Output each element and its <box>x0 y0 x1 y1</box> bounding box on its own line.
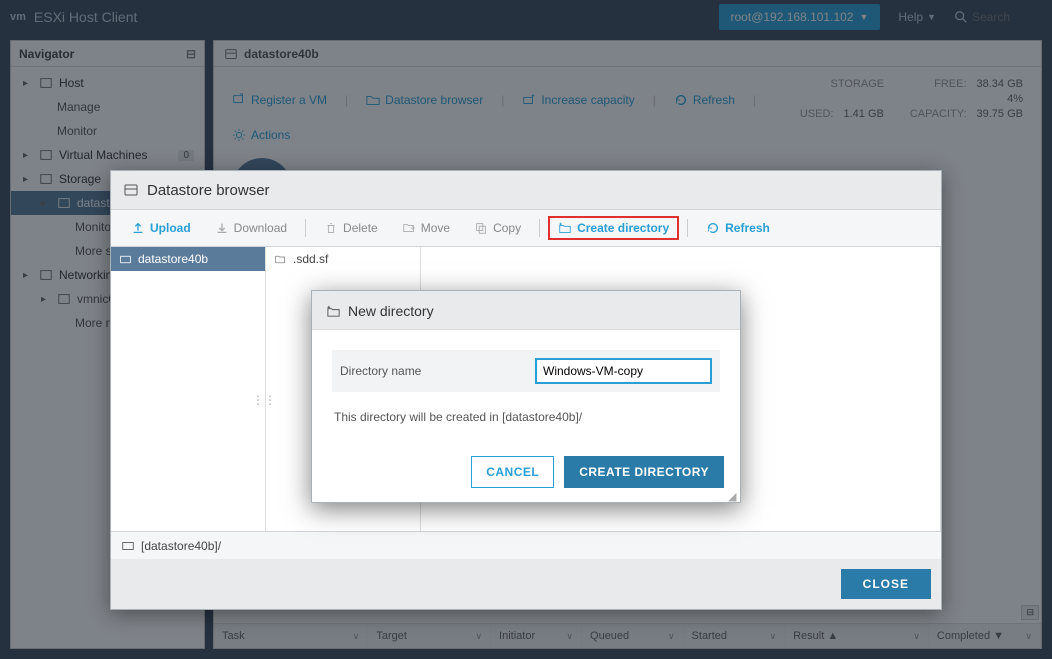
close-button[interactable]: CLOSE <box>841 569 931 599</box>
cancel-button[interactable]: CANCEL <box>471 456 554 488</box>
download-button[interactable]: Download <box>205 216 297 240</box>
upload-button[interactable]: Upload <box>121 216 201 240</box>
delete-button[interactable]: Delete <box>314 216 388 240</box>
download-icon <box>215 221 229 235</box>
browser-path-bar: [datastore40b]/ <box>111 531 941 559</box>
datastore-icon <box>123 182 139 198</box>
refresh-icon <box>706 221 720 235</box>
datastore-icon <box>121 539 135 553</box>
directory-name-field: Directory name <box>332 350 720 392</box>
browser-toolbar: Upload Download Delete Move Copy Create … <box>111 209 941 247</box>
delete-icon <box>324 221 338 235</box>
resize-grip-icon[interactable]: ◢ <box>728 490 738 500</box>
copy-icon <box>474 221 488 235</box>
directory-name-input[interactable] <box>535 358 712 384</box>
browser-path-text: [datastore40b]/ <box>141 539 221 553</box>
new-folder-icon <box>326 304 341 319</box>
new-directory- -footer: CANCEL CREATE DIRECTORY <box>312 456 740 502</box>
upload-icon <box>131 221 145 235</box>
create-directory-confirm-button[interactable]: CREATE DIRECTORY <box>564 456 724 488</box>
new-directory-dialog: New directory Directory name This direct… <box>311 290 741 503</box>
browser-refresh-button[interactable]: Refresh <box>696 216 780 240</box>
browser-footer: CLOSE <box>111 559 941 609</box>
browser-column-datastores: datastore40b ⋮⋮ <box>111 247 266 531</box>
dialog-title: Datastore browser <box>111 171 941 209</box>
directory-path-info: This directory will be created in [datas… <box>332 406 720 438</box>
new-directory-title: New directory <box>312 291 740 330</box>
copy-button[interactable]: Copy <box>464 216 531 240</box>
datastore-row[interactable]: datastore40b <box>111 247 265 271</box>
folder-row[interactable]: .sdd.sf <box>266 247 420 271</box>
new-folder-icon <box>558 221 572 235</box>
move-button[interactable]: Move <box>392 216 460 240</box>
move-icon <box>402 221 416 235</box>
create-directory-button[interactable]: Create directory <box>548 216 679 240</box>
datastore-icon <box>119 253 132 266</box>
folder-icon <box>274 253 287 266</box>
directory-name-label: Directory name <box>340 364 535 378</box>
